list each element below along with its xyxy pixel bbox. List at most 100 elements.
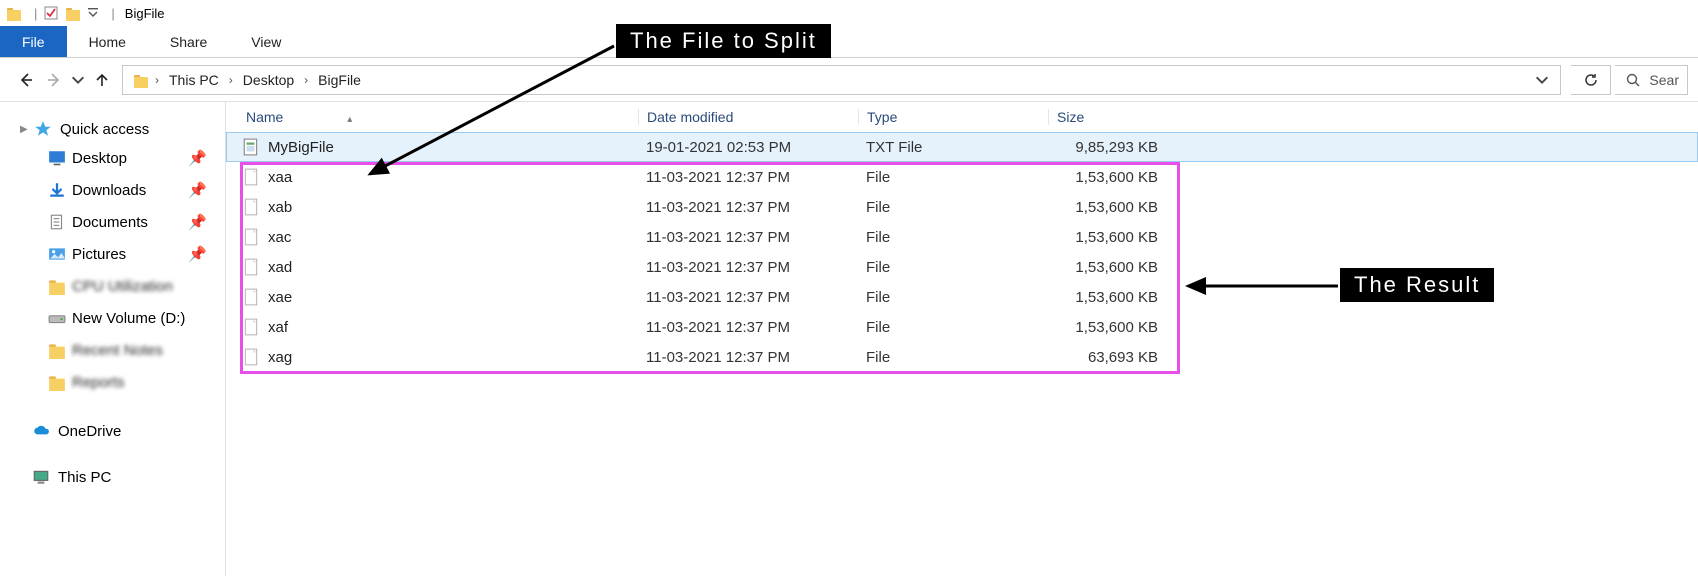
pin-icon: 📌 — [188, 181, 207, 199]
chevron-right-icon[interactable]: › — [149, 73, 165, 87]
star-icon — [34, 120, 52, 138]
address-dropdown-icon[interactable] — [1530, 68, 1554, 92]
nav-label: Pictures — [72, 246, 126, 263]
file-name: xac — [268, 229, 291, 246]
title-bar: | | BigFile — [0, 0, 1698, 26]
forward-button[interactable] — [42, 68, 66, 92]
text-file-icon — [242, 138, 260, 156]
nav-onedrive[interactable]: OneDrive — [0, 418, 225, 444]
file-date: 11-03-2021 12:37 PM — [638, 199, 858, 216]
folder-icon — [48, 341, 66, 359]
file-name: xag — [268, 349, 292, 366]
chevron-right-icon[interactable]: › — [298, 73, 314, 87]
file-type: File — [858, 199, 1048, 216]
file-type: File — [858, 259, 1048, 276]
file-row[interactable]: xac 11-03-2021 12:37 PMFile1,53,600 KB — [226, 222, 1698, 252]
nav-label: Downloads — [72, 182, 146, 199]
file-row[interactable]: xaa11-03-2021 12:37 PMFile1,53,600 KB — [226, 162, 1698, 192]
file-type: File — [858, 289, 1048, 306]
file-row[interactable]: xaf11-03-2021 12:37 PMFile1,53,600 KB — [226, 312, 1698, 342]
breadcrumb-desktop[interactable]: Desktop — [239, 66, 298, 94]
recent-locations-dropdown[interactable] — [70, 68, 86, 92]
sort-ascending-icon: ▴ — [347, 114, 352, 125]
tab-home[interactable]: Home — [67, 26, 148, 57]
file-type: File — [858, 169, 1048, 186]
nav-downloads[interactable]: Downloads 📌 — [0, 174, 225, 206]
file-type: TXT File — [858, 139, 1048, 156]
column-headers[interactable]: Name ▴ Date modified Type Size — [226, 102, 1698, 132]
file-row[interactable]: xab11-03-2021 12:37 PMFile1,53,600 KB — [226, 192, 1698, 222]
nav-folder-blur-2[interactable]: Recent Notes — [0, 334, 225, 366]
nav-pictures[interactable]: Pictures 📌 — [0, 238, 225, 270]
column-size[interactable]: Size — [1048, 109, 1168, 125]
file-date: 11-03-2021 12:37 PM — [638, 229, 858, 246]
file-list[interactable]: Name ▴ Date modified Type Size MyBigFile… — [226, 102, 1698, 576]
file-size: 9,85,293 KB — [1048, 139, 1168, 156]
refresh-button[interactable] — [1571, 65, 1611, 95]
file-date: 11-03-2021 12:37 PM — [638, 319, 858, 336]
file-type: File — [858, 349, 1048, 366]
file-icon — [242, 168, 260, 186]
chevron-right-icon[interactable]: ▶ — [20, 124, 30, 135]
file-icon — [242, 228, 260, 246]
nav-label: Documents — [72, 214, 148, 231]
file-name: xaf — [268, 319, 288, 336]
computer-icon — [32, 468, 50, 486]
address-bar[interactable]: › This PC › Desktop › BigFile — [122, 65, 1561, 95]
file-size: 1,53,600 KB — [1048, 229, 1168, 246]
nav-desktop[interactable]: Desktop 📌 — [0, 142, 225, 174]
checkbox-icon[interactable] — [43, 5, 59, 21]
file-date: 11-03-2021 12:37 PM — [638, 289, 858, 306]
drive-icon — [48, 309, 66, 327]
nav-folder-blur-3[interactable]: Reports — [0, 366, 225, 398]
file-size: 1,53,600 KB — [1048, 169, 1168, 186]
breadcrumb-this-pc[interactable]: This PC — [165, 66, 223, 94]
tab-view[interactable]: View — [229, 26, 303, 57]
file-size: 1,53,600 KB — [1048, 319, 1168, 336]
annotation-source: The File to Split — [616, 24, 831, 58]
nav-label: Recent Notes — [72, 342, 163, 359]
pin-icon: 📌 — [188, 245, 207, 263]
file-size: 1,53,600 KB — [1048, 289, 1168, 306]
up-button[interactable] — [90, 68, 114, 92]
pin-icon: 📌 — [188, 149, 207, 167]
search-box[interactable]: Sear — [1615, 65, 1688, 95]
tab-file[interactable]: File — [0, 26, 67, 57]
file-size: 1,53,600 KB — [1048, 199, 1168, 216]
column-type[interactable]: Type — [858, 109, 1048, 125]
search-placeholder: Sear — [1649, 72, 1679, 88]
tab-share[interactable]: Share — [148, 26, 229, 57]
nav-label: OneDrive — [58, 423, 121, 440]
column-name[interactable]: Name ▴ — [242, 109, 638, 125]
breadcrumb-bigfile[interactable]: BigFile — [314, 66, 365, 94]
nav-new-volume[interactable]: New Volume (D:) — [0, 302, 225, 334]
file-row[interactable]: MyBigFile19-01-2021 02:53 PMTXT File9,85… — [226, 132, 1698, 162]
file-type: File — [858, 229, 1048, 246]
nav-label: This PC — [58, 469, 111, 486]
folder-icon — [65, 5, 81, 21]
nav-this-pc[interactable]: This PC — [0, 464, 225, 490]
nav-label: Reports — [72, 374, 125, 391]
qab-dropdown-icon[interactable] — [87, 5, 99, 21]
nav-folder-blur-1[interactable]: CPU Utilization — [0, 270, 225, 302]
nav-label: CPU Utilization — [72, 278, 173, 295]
nav-tree[interactable]: ▶ Quick access Desktop 📌 Downloads 📌 Do — [0, 102, 226, 576]
annotation-result: The Result — [1340, 268, 1494, 302]
chevron-right-icon[interactable]: › — [223, 73, 239, 87]
back-button[interactable] — [14, 68, 38, 92]
column-date[interactable]: Date modified — [638, 109, 858, 125]
file-row[interactable]: xag11-03-2021 12:37 PMFile63,693 KB — [226, 342, 1698, 372]
title-separator: | — [34, 6, 37, 21]
nav-documents[interactable]: Documents 📌 — [0, 206, 225, 238]
folder-icon — [48, 373, 66, 391]
file-date: 11-03-2021 12:37 PM — [638, 169, 858, 186]
file-date: 11-03-2021 12:37 PM — [638, 349, 858, 366]
file-date: 11-03-2021 12:37 PM — [638, 259, 858, 276]
folder-icon — [48, 277, 66, 295]
file-icon — [242, 318, 260, 336]
window-title: BigFile — [125, 6, 165, 21]
file-icon — [242, 288, 260, 306]
documents-icon — [48, 213, 66, 231]
nav-label: New Volume (D:) — [72, 310, 185, 327]
nav-quick-access[interactable]: ▶ Quick access — [0, 116, 225, 142]
